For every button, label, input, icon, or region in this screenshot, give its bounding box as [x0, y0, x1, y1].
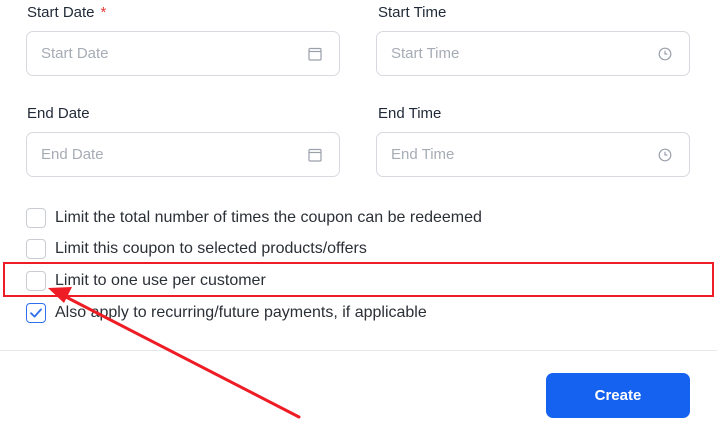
- calendar-icon: [308, 47, 322, 61]
- option-label: Limit the total number of times the coup…: [55, 209, 482, 226]
- calendar-icon: [308, 148, 322, 162]
- end-date-label: End Date: [27, 105, 90, 122]
- start-date-label: Start Date *: [27, 4, 106, 22]
- start-time-placeholder: Start Time: [391, 45, 460, 62]
- start-time-label: Start Time: [378, 4, 447, 21]
- start-time-input[interactable]: Start Time: [376, 31, 690, 76]
- start-date-placeholder: Start Date: [41, 45, 109, 62]
- checkbox[interactable]: [26, 208, 46, 228]
- create-button[interactable]: Create: [546, 373, 690, 418]
- annotation-highlight-box: [3, 262, 714, 297]
- start-date-input[interactable]: Start Date: [26, 31, 340, 76]
- checkmark-icon: [30, 308, 42, 318]
- end-date-input[interactable]: End Date: [26, 132, 340, 177]
- option-label: Also apply to recurring/future payments,…: [55, 304, 427, 321]
- required-asterisk: *: [100, 4, 107, 21]
- clock-icon: [658, 148, 672, 162]
- end-date-placeholder: End Date: [41, 146, 104, 163]
- option-label: Limit this coupon to selected products/o…: [55, 240, 367, 257]
- clock-icon: [658, 47, 672, 61]
- end-time-input[interactable]: End Time: [376, 132, 690, 177]
- checkbox-checked[interactable]: [26, 303, 46, 323]
- end-time-label: End Time: [378, 105, 442, 122]
- footer-divider: [0, 350, 717, 351]
- checkbox[interactable]: [26, 239, 46, 259]
- end-time-placeholder: End Time: [391, 146, 455, 163]
- start-date-label-text: Start Date: [27, 4, 95, 21]
